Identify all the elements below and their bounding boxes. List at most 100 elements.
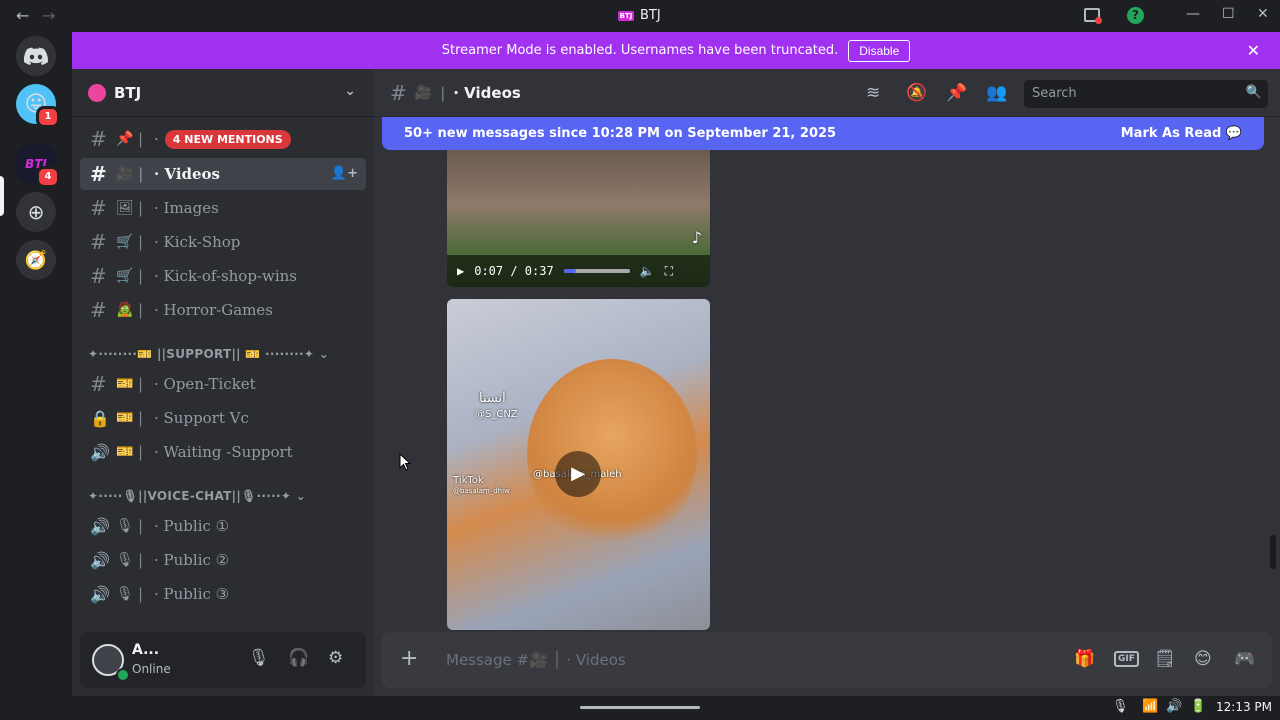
- guild-home-icon: [88, 83, 106, 102]
- channel-item-kick-of-shop-wins[interactable]: # 🛒 | · Kick-of-shop-wins: [80, 260, 366, 292]
- maximize-icon[interactable]: ☐: [1222, 6, 1235, 22]
- separator: |: [440, 83, 446, 102]
- channel-item-public-1[interactable]: 🔊 🎙 | · Public ①: [80, 510, 366, 542]
- mark-as-read-label: Mark As Read: [1120, 126, 1222, 141]
- pin-icon[interactable]: 📌: [946, 83, 967, 103]
- progress-fill: [563, 269, 577, 273]
- server-icon-friend[interactable]: 😛 1: [16, 84, 60, 128]
- play-icon[interactable]: ▶: [555, 451, 601, 497]
- username[interactable]: A...: [132, 642, 159, 658]
- help-icon[interactable]: ?: [1127, 7, 1144, 24]
- invite-member-icon[interactable]: 👤+: [331, 166, 358, 181]
- channel-item-kick-shop[interactable]: # 🛒 | · Kick-Shop: [80, 226, 366, 258]
- taskbar-handle[interactable]: [580, 706, 700, 709]
- channel-item-support-vc[interactable]: 🔒 🎫 | · Support Vc: [80, 402, 366, 434]
- member-list-icon[interactable]: 👥: [986, 83, 1007, 103]
- category-voice-chat[interactable]: ✦·····🎙||VOICE-CHAT||🎙·····✦ ⌄: [88, 489, 306, 503]
- scrollbar[interactable]: [1270, 535, 1276, 569]
- minimize-icon[interactable]: —: [1186, 6, 1200, 22]
- microphone-tray-icon[interactable]: 🎙: [1112, 699, 1129, 714]
- sticker-icon[interactable]: 🗒: [1154, 649, 1176, 669]
- discord-home-icon[interactable]: [16, 36, 56, 76]
- fullscreen-icon[interactable]: ⛶: [665, 264, 673, 279]
- online-status-icon: [116, 668, 130, 682]
- headphones-icon[interactable]: 🎧: [288, 648, 309, 668]
- video-attachment-2[interactable]: انستا @S_CNZ @basalam_maleh TikTok @basa…: [447, 299, 710, 630]
- microphone-icon[interactable]: 🎙: [248, 648, 270, 668]
- channel-item-waiting-support[interactable]: 🔊 🎫 | · Waiting -Support: [80, 436, 366, 468]
- forward-arrow-icon[interactable]: →: [42, 6, 55, 25]
- window-title: BTJ BTJ: [618, 8, 661, 23]
- video-thumbnail: [527, 359, 697, 549]
- channel-label: · Open-Ticket: [154, 375, 256, 393]
- gif-icon[interactable]: GIF: [1114, 651, 1139, 667]
- gear-icon[interactable]: ⚙: [328, 648, 343, 668]
- hash-icon: #: [90, 230, 107, 254]
- mark-as-read-button[interactable]: Mark As Read 💬: [1121, 126, 1242, 141]
- hash-icon: #: [90, 264, 107, 288]
- category-label: ✦········🎫 ||SUPPORT|| 🎫 ········✦: [88, 347, 315, 361]
- new-messages-bar[interactable]: 50+ new messages since 10:28 PM on Septe…: [382, 117, 1264, 150]
- hash-icon: #: [90, 196, 107, 220]
- close-icon[interactable]: ✕: [1247, 41, 1260, 60]
- channel-label: ·: [154, 130, 159, 148]
- emoji-icon[interactable]: 😊: [1194, 649, 1212, 669]
- disable-button[interactable]: Disable: [848, 39, 911, 62]
- search-input[interactable]: Search 🔍: [1024, 80, 1268, 108]
- back-arrow-icon[interactable]: ←: [16, 6, 29, 25]
- watermark-text: انستا: [479, 391, 506, 406]
- separator: |: [138, 199, 144, 217]
- channel-item-images[interactable]: # 🖼 | · Images: [80, 192, 366, 224]
- channel-label: · Waiting -Support: [154, 443, 293, 461]
- wifi-icon[interactable]: 📶: [1142, 699, 1158, 714]
- system-clock[interactable]: 12:13 PM: [1216, 700, 1272, 714]
- notification-badge: 1: [36, 106, 60, 128]
- activities-icon[interactable]: 🎮: [1234, 649, 1255, 669]
- guild-header[interactable]: BTJ ⌄: [72, 69, 374, 117]
- video-progress[interactable]: [563, 269, 630, 273]
- message-composer[interactable]: + Message #🎥 │ · Videos 🎁 GIF 🗒 😊 🎮: [382, 632, 1272, 688]
- channel-item-pinned[interactable]: # 📌 | · 4 NEW MENTIONS: [80, 123, 366, 155]
- video-controls: ▶ 0:07 / 0:37 🔈 ⛶: [447, 255, 710, 287]
- volume-tray-icon[interactable]: 🔊: [1166, 699, 1182, 714]
- hash-icon: #: [90, 162, 107, 186]
- add-attachment-icon[interactable]: +: [400, 646, 418, 671]
- volume-icon[interactable]: 🔈: [640, 264, 655, 278]
- screen-share-icon[interactable]: [1084, 8, 1102, 24]
- chevron-down-icon[interactable]: ⌄: [344, 83, 356, 99]
- channel-emoji: 🛒: [116, 234, 134, 250]
- hash-icon: #: [90, 372, 107, 396]
- separator: |: [138, 301, 144, 319]
- separator: |: [138, 443, 144, 461]
- discover-icon[interactable]: 🧭: [16, 240, 56, 280]
- channel-item-horror-games[interactable]: # 🧟 | · Horror-Games: [80, 294, 366, 326]
- mentions-badge[interactable]: 4 NEW MENTIONS: [164, 129, 291, 149]
- video-attachment-1[interactable]: ♪ ▶ 0:07 / 0:37 🔈 ⛶: [447, 150, 710, 287]
- channel-emoji: 🎫: [116, 376, 134, 392]
- channel-item-public-2[interactable]: 🔊 🎙 | · Public ②: [80, 544, 366, 576]
- channel-emoji: 🧟: [116, 302, 134, 318]
- add-server-icon[interactable]: ⊕: [16, 192, 56, 232]
- channel-item-open-ticket[interactable]: # 🎫 | · Open-Ticket: [80, 368, 366, 400]
- category-support[interactable]: ✦········🎫 ||SUPPORT|| 🎫 ········✦ ⌄: [88, 347, 329, 361]
- channel-emoji: 🎥: [414, 84, 433, 101]
- message-input[interactable]: Message #🎥 │ · Videos: [446, 651, 626, 669]
- battery-icon[interactable]: 🔋: [1190, 699, 1206, 714]
- threads-icon[interactable]: ≋: [866, 83, 880, 103]
- channel-label: · Videos: [154, 165, 220, 183]
- channel-label: · Kick-Shop: [154, 233, 241, 251]
- main-chat: # 🎥 | · Videos ≋ 🔕 📌 👥 Search 🔍 50+ new …: [374, 69, 1280, 696]
- close-window-icon[interactable]: ✕: [1257, 6, 1269, 22]
- channel-label: · Horror-Games: [154, 301, 273, 319]
- channel-item-videos[interactable]: # 🎥 | · Videos 👤+: [80, 158, 366, 190]
- search-icon: 🔍: [1245, 85, 1262, 100]
- mute-bell-icon[interactable]: 🔕: [906, 83, 927, 103]
- speaker-icon: 🔊: [90, 442, 110, 462]
- notification-badge: 4: [36, 166, 60, 188]
- channel-emoji: 🎫: [116, 410, 134, 426]
- server-icon-btj[interactable]: BTJ 4: [16, 144, 60, 188]
- channel-emoji: 🎫: [116, 444, 134, 460]
- channel-item-public-3[interactable]: 🔊 🎙 | · Public ③: [80, 578, 366, 610]
- gift-icon[interactable]: 🎁: [1074, 649, 1095, 669]
- play-icon[interactable]: ▶: [457, 264, 464, 278]
